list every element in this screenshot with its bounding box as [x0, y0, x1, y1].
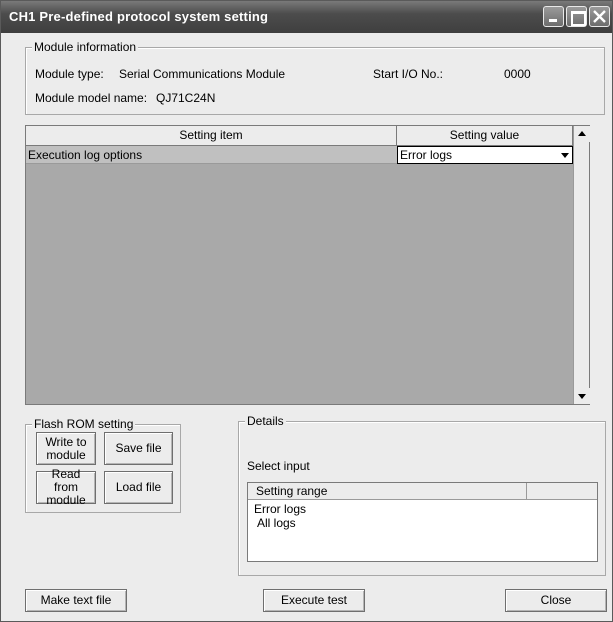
module-type-value: Serial Communications Module [119, 67, 286, 81]
select-input-label: Select input [247, 459, 310, 473]
close-icon[interactable] [589, 6, 610, 27]
flash-rom-title: Flash ROM setting [32, 417, 136, 431]
module-model-label: Module model name: [35, 91, 148, 105]
scroll-down-icon[interactable] [574, 388, 590, 404]
minimize-icon[interactable] [543, 6, 564, 27]
make-text-file-button[interactable]: Make text file [25, 589, 127, 612]
window-title: CH1 Pre-defined protocol system setting [9, 9, 269, 24]
setting-value-text: Error logs [400, 148, 453, 162]
close-button[interactable]: Close [505, 589, 607, 612]
setting-range-list[interactable]: Setting range Error logs All logs [247, 482, 598, 562]
write-to-module-label-2: module [46, 447, 86, 462]
module-type-label: Module type: [35, 67, 104, 81]
module-model-value: QJ71C24N [156, 91, 216, 105]
dialog-window: CH1 Pre-defined protocol system setting … [0, 0, 613, 622]
setting-item-cell: Execution log options [28, 148, 143, 162]
setting-value-dropdown[interactable]: Error logs [397, 146, 573, 164]
grid-scrollbar[interactable] [573, 126, 590, 404]
start-io-label: Start I/O No.: [373, 67, 444, 81]
load-file-button[interactable]: Load file [104, 471, 173, 504]
execute-test-button[interactable]: Execute test [263, 589, 365, 612]
column-header-setting-value[interactable]: Setting value [397, 126, 573, 146]
setting-range-column[interactable]: Setting range [248, 483, 527, 500]
read-from-module-button[interactable]: Read from module [36, 467, 96, 507]
settings-grid: Setting item Setting value Execution log… [25, 125, 590, 405]
setting-range-blank-column[interactable] [528, 483, 597, 500]
setting-range-header: Setting range [248, 483, 597, 500]
scroll-up-icon[interactable] [574, 126, 590, 142]
grid-header: Setting item Setting value [26, 126, 573, 146]
list-item[interactable]: Error logs [254, 502, 306, 516]
module-information-title: Module information [32, 40, 139, 54]
save-file-button[interactable]: Save file [104, 432, 173, 465]
write-to-module-label-1: Write to [45, 434, 87, 449]
write-to-module-button[interactable]: Write to module [36, 432, 96, 465]
read-from-module-label-1: Read from [51, 467, 81, 494]
column-header-setting-item[interactable]: Setting item [26, 126, 397, 146]
title-bar[interactable]: CH1 Pre-defined protocol system setting [1, 1, 612, 33]
maximize-icon[interactable] [566, 6, 587, 27]
list-item[interactable]: All logs [257, 516, 296, 530]
read-from-module-label-2: module [46, 493, 86, 507]
start-io-value: 0000 [504, 67, 531, 81]
table-row[interactable]: Execution log options Error logs [26, 146, 573, 164]
details-title: Details [245, 414, 286, 428]
chevron-down-icon[interactable] [561, 153, 569, 158]
